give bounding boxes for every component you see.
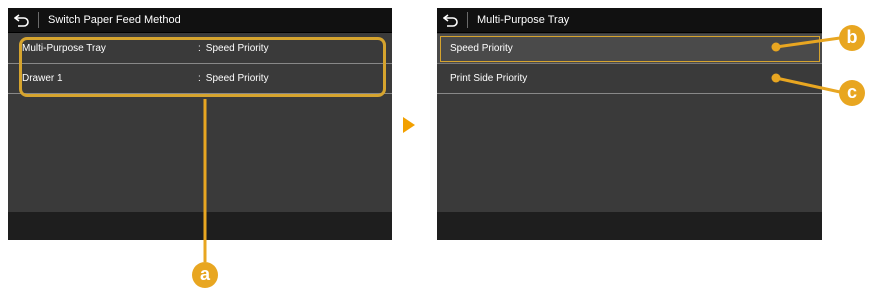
callout-leader-lines [203,36,841,262]
callout-b: b [839,25,865,51]
callout-a: a [192,262,218,288]
callout-c: c [839,80,865,106]
